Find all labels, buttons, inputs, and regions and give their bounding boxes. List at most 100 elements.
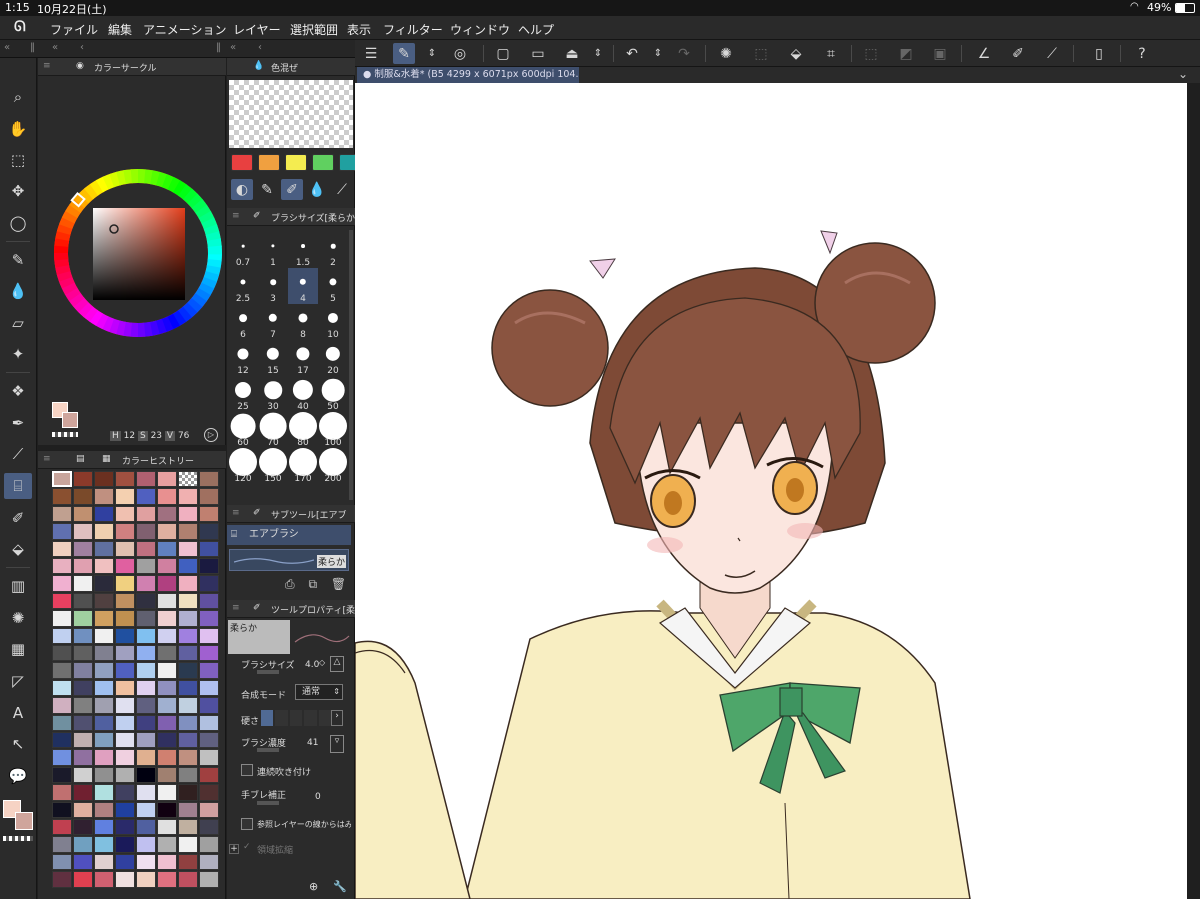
- open-file-icon[interactable]: ▭: [527, 43, 549, 64]
- tool-property-settings-icon[interactable]: ⊕: [309, 880, 318, 893]
- history-swatch[interactable]: [178, 801, 198, 818]
- history-swatch[interactable]: [178, 645, 198, 662]
- quick-color-swatch[interactable]: [258, 154, 280, 171]
- history-swatch[interactable]: [157, 871, 177, 888]
- brush-size-scrollbar[interactable]: [349, 230, 353, 500]
- tool-property-wrench-icon[interactable]: 🔧: [333, 880, 347, 893]
- menu-view[interactable]: 表示: [347, 21, 371, 38]
- history-swatch[interactable]: [94, 610, 114, 627]
- menu-window[interactable]: ウィンドウ: [450, 21, 510, 38]
- history-swatch[interactable]: [157, 749, 177, 766]
- simplified-mode-icon[interactable]: ◎: [449, 43, 471, 64]
- history-swatch[interactable]: [199, 679, 219, 697]
- history-swatch[interactable]: [73, 488, 93, 505]
- history-swatch[interactable]: [136, 836, 156, 853]
- history-swatch[interactable]: [52, 732, 72, 749]
- brush-tool-icon[interactable]: ✐: [4, 505, 32, 531]
- brush-size-option[interactable]: 1: [258, 232, 288, 268]
- transform-icon[interactable]: ⌗: [820, 43, 842, 64]
- history-swatch[interactable]: [178, 523, 198, 540]
- brush-size-icon[interactable]: ✐: [253, 211, 261, 221]
- history-swatch[interactable]: [52, 819, 72, 836]
- history-swatch[interactable]: [52, 766, 72, 784]
- color-mode-toggle-icon[interactable]: ▷: [204, 428, 218, 442]
- history-swatch[interactable]: [52, 662, 72, 679]
- brush-size-option[interactable]: 20: [318, 340, 348, 376]
- history-swatch[interactable]: [94, 540, 114, 557]
- color-set-tab-icon[interactable]: ▤: [76, 454, 85, 464]
- device-settings-icon[interactable]: ▯: [1088, 43, 1110, 64]
- history-swatch[interactable]: [73, 714, 93, 731]
- history-swatch[interactable]: [178, 575, 198, 592]
- history-swatch[interactable]: [52, 871, 72, 888]
- transparent-color-icon[interactable]: [3, 836, 33, 841]
- history-swatch[interactable]: [178, 819, 198, 836]
- correct-line-tool-icon[interactable]: ↖: [4, 731, 32, 757]
- history-swatch[interactable]: [178, 679, 198, 697]
- airbrush-tool-icon[interactable]: ⌸: [4, 473, 32, 499]
- hardness-selector[interactable]: [261, 710, 332, 726]
- history-swatch[interactable]: [115, 714, 135, 731]
- history-swatch[interactable]: [199, 766, 219, 784]
- history-swatch[interactable]: [178, 836, 198, 853]
- edit-mode-icon[interactable]: ✎: [393, 43, 415, 64]
- figure-tool-icon[interactable]: ✺: [4, 605, 32, 631]
- history-swatch[interactable]: [73, 523, 93, 540]
- eraser-tool-icon[interactable]: ▱: [4, 310, 32, 336]
- brush-size-option[interactable]: 3: [258, 268, 288, 304]
- history-swatch[interactable]: [199, 714, 219, 731]
- history-swatch[interactable]: [199, 732, 219, 749]
- history-swatch[interactable]: [178, 505, 198, 523]
- brush-size-option[interactable]: 12: [228, 340, 258, 376]
- history-swatch[interactable]: [52, 540, 72, 557]
- history-swatch[interactable]: [157, 471, 177, 488]
- history-swatch[interactable]: [73, 801, 93, 818]
- menu-layer[interactable]: レイヤー: [233, 21, 281, 38]
- new-file-icon[interactable]: ▢: [492, 43, 514, 64]
- history-swatch[interactable]: [73, 471, 93, 488]
- menu-filter[interactable]: フィルター: [383, 21, 443, 38]
- brush-size-option[interactable]: 0.7: [228, 232, 258, 268]
- history-swatch[interactable]: [199, 697, 219, 714]
- history-swatch[interactable]: [115, 627, 135, 644]
- history-swatch[interactable]: [94, 558, 114, 575]
- history-swatch[interactable]: [94, 697, 114, 714]
- deselect-icon[interactable]: ⬚: [860, 43, 882, 64]
- history-swatch[interactable]: [73, 871, 93, 888]
- history-swatch[interactable]: [52, 714, 72, 731]
- history-swatch[interactable]: [94, 575, 114, 592]
- redo-icon[interactable]: ↷: [673, 43, 695, 64]
- history-swatch[interactable]: [199, 784, 219, 801]
- history-swatch[interactable]: [52, 836, 72, 853]
- history-swatch[interactable]: [73, 749, 93, 766]
- history-swatch[interactable]: [52, 488, 72, 505]
- history-swatch[interactable]: [178, 766, 198, 784]
- quick-color-swatch[interactable]: [312, 154, 334, 171]
- history-swatch[interactable]: [94, 592, 114, 610]
- history-swatch[interactable]: [115, 540, 135, 557]
- history-swatch[interactable]: [178, 749, 198, 766]
- history-swatch[interactable]: [115, 558, 135, 575]
- history-swatch[interactable]: [73, 679, 93, 697]
- brush-size-option[interactable]: 2: [318, 232, 348, 268]
- brush-size-option[interactable]: 5: [318, 268, 348, 304]
- mix-brush-icon[interactable]: ✎: [256, 179, 278, 200]
- history-swatch[interactable]: [136, 766, 156, 784]
- history-swatch[interactable]: [94, 714, 114, 731]
- brush-size-option[interactable]: 200: [318, 448, 348, 484]
- history-swatch[interactable]: [115, 871, 135, 888]
- history-swatch[interactable]: [94, 505, 114, 523]
- blend-tool-icon[interactable]: 💧: [4, 278, 32, 304]
- history-swatch[interactable]: [157, 627, 177, 644]
- history-swatch[interactable]: [157, 801, 177, 818]
- history-swatch[interactable]: [157, 732, 177, 749]
- history-swatch[interactable]: [52, 627, 72, 644]
- move-tool-icon[interactable]: ✥: [4, 178, 32, 204]
- history-swatch[interactable]: [136, 505, 156, 523]
- history-swatch[interactable]: [199, 836, 219, 853]
- save-file-icon[interactable]: ⏏: [561, 43, 583, 64]
- history-swatch[interactable]: [178, 540, 198, 557]
- history-swatch[interactable]: [115, 784, 135, 801]
- history-swatch[interactable]: [136, 575, 156, 592]
- quick-color-swatch[interactable]: [231, 154, 253, 171]
